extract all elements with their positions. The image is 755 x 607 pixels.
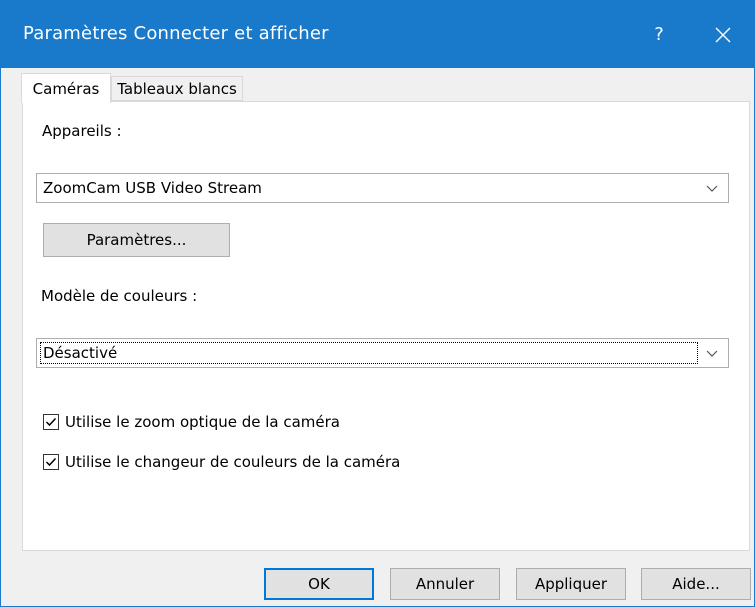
tab-whiteboards[interactable]: Tableaux blancs [111,76,243,101]
tab-panel-cameras: Appareils : ZoomCam USB Video Stream Par… [22,101,750,551]
help-dialog-button[interactable]: Aide... [641,568,751,600]
focus-rectangle [40,342,698,364]
checkmark-icon [45,457,57,467]
cancel-button[interactable]: Annuler [390,568,500,600]
color-changer-checkbox-row[interactable]: Utilise le changeur de couleurs de la ca… [43,452,400,472]
checkmark-icon [45,417,57,427]
title-bar: Paramètres Connecter et afficher ? [1,1,754,68]
devices-dropdown-value: ZoomCam USB Video Stream [43,179,262,197]
optical-zoom-checkbox[interactable] [43,414,59,430]
apply-button[interactable]: Appliquer [516,568,626,600]
close-button[interactable] [691,1,754,68]
color-model-dropdown-value: Désactivé [43,344,118,362]
color-changer-label: Utilise le changeur de couleurs de la ca… [65,453,401,471]
optical-zoom-label: Utilise le zoom optique de la caméra [65,413,341,431]
tab-cameras[interactable]: Caméras [21,73,111,103]
window-title: Paramètres Connecter et afficher [23,23,329,44]
ok-button[interactable]: OK [264,568,374,600]
devices-dropdown[interactable]: ZoomCam USB Video Stream [36,173,729,203]
chevron-down-icon [706,350,718,357]
optical-zoom-checkbox-row[interactable]: Utilise le zoom optique de la caméra [43,412,340,432]
chevron-down-icon [706,185,718,192]
color-model-dropdown[interactable]: Désactivé [36,338,729,368]
help-button[interactable]: ? [631,1,687,68]
devices-label: Appareils : [42,122,122,140]
dialog-window: Paramètres Connecter et afficher ? Camér… [0,0,755,607]
color-changer-checkbox[interactable] [43,454,59,470]
color-model-label: Modèle de couleurs : [41,287,198,305]
camera-settings-button[interactable]: Paramètres... [43,223,230,257]
close-icon [715,27,730,42]
